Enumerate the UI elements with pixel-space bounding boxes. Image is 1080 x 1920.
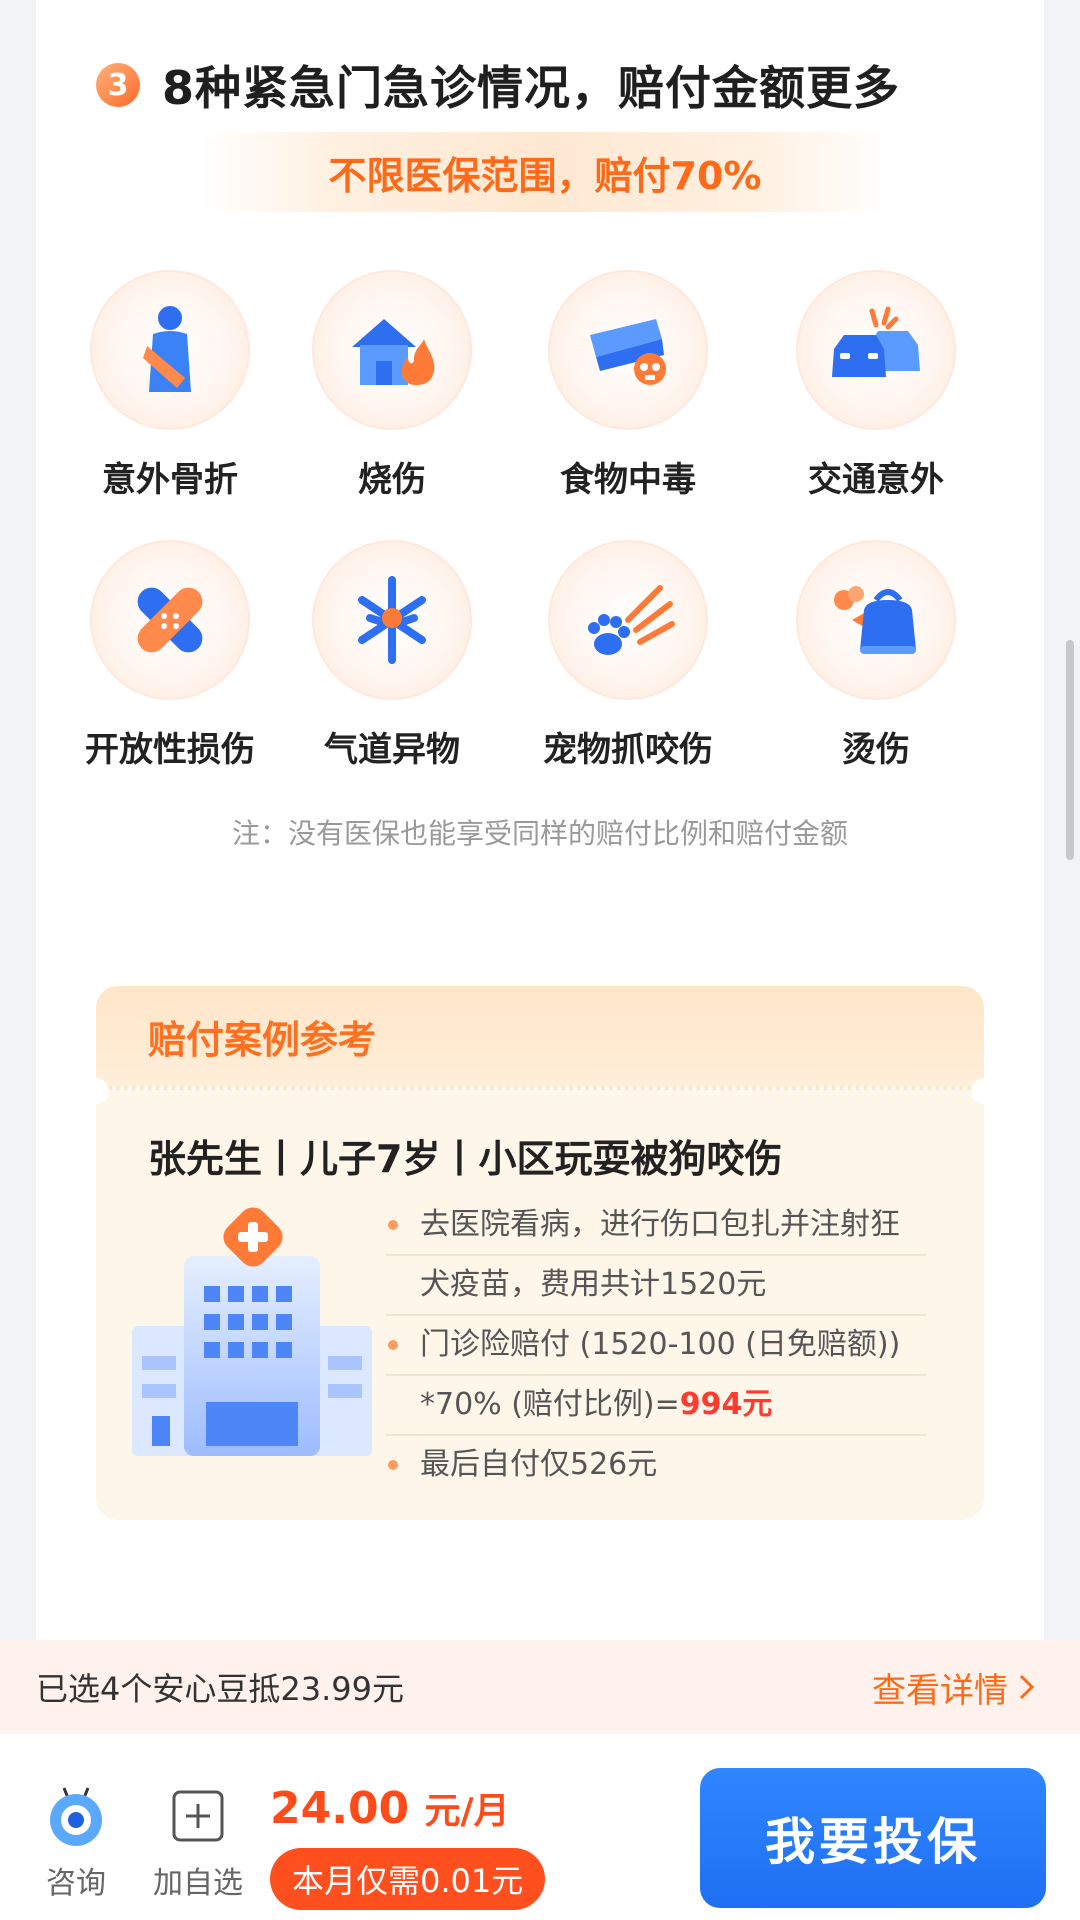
condition-label: 烫伤 [842, 730, 910, 770]
add-favorite-button[interactable]: 加自选 [146, 1784, 250, 1902]
condition-item: 宠物抓咬伤 [518, 540, 738, 771]
condition-item: 意外骨折 [60, 270, 280, 501]
car-crash-icon [796, 270, 956, 430]
robot-assistant-icon [50, 1787, 102, 1846]
view-details-link[interactable]: 查看详情 [872, 1663, 1038, 1712]
discount-strip: 已选4个安心豆抵23.99元 查看详情 [0, 1640, 1080, 1734]
section-title-text: 8种紧急门急诊情况，赔付金额更多 [162, 61, 901, 115]
case-detail-line: 最后自付仅526元 [386, 1436, 926, 1494]
condition-item: 气道异物 [282, 540, 502, 771]
condition-label: 烧伤 [358, 460, 426, 500]
hospital-illustration [132, 1206, 372, 1476]
price-value: 24.00 [270, 1783, 410, 1834]
condition-item: 交通意外 [766, 270, 986, 501]
case-detail-text: *70% (赔付比例)= [420, 1387, 680, 1422]
chevron-right-icon [1019, 1674, 1035, 1700]
price-unit: 元/月 [424, 1791, 510, 1832]
condition-item: 烫伤 [766, 540, 986, 771]
payout-amount: 994元 [679, 1387, 773, 1422]
add-favorite-label: 加自选 [153, 1866, 243, 1901]
view-details-label: 查看详情 [872, 1670, 1008, 1711]
case-detail-text: 犬疫苗，费用共计1520元 [420, 1267, 767, 1302]
coverage-banner: 不限医保范围，赔付70% [200, 132, 890, 212]
condition-item: 开放性损伤 [60, 540, 280, 771]
scrollbar[interactable] [1066, 640, 1074, 860]
bandage-icon [90, 540, 250, 700]
claim-case-card: 赔付案例参考 张先生丨儿子7岁丨小区玩耍被狗咬伤 去医院看病，进行伤口包扎并注射… [96, 986, 984, 1520]
section-number-badge: 3 [96, 63, 140, 107]
case-detail-line: *70% (赔付比例)=994元 [386, 1376, 926, 1436]
case-detail-line: 门诊险赔付 (1520-100 (日免赔额)) [386, 1316, 926, 1376]
condition-label: 气道异物 [324, 730, 460, 770]
condition-label: 宠物抓咬伤 [543, 730, 713, 770]
condition-item: 食物中毒 [518, 270, 738, 501]
bottom-action-bar: 咨询 加自选 24.00 元/月 本月仅需0.01元 我要投保 [0, 1734, 1080, 1920]
discount-text: 已选4个安心豆抵23.99元 [36, 1670, 404, 1708]
consult-label: 咨询 [46, 1866, 106, 1901]
case-detail-text: 最后自付仅526元 [420, 1447, 658, 1482]
buy-insurance-button[interactable]: 我要投保 [700, 1768, 1046, 1908]
kettle-icon [796, 540, 956, 700]
section-title: 3 8种紧急门急诊情况，赔付金额更多 [96, 52, 900, 118]
condition-label: 食物中毒 [560, 460, 696, 500]
condition-item: 烧伤 [282, 270, 502, 501]
claim-case-header: 赔付案例参考 [96, 986, 984, 1090]
house-fire-icon [312, 270, 472, 430]
paw-scratch-icon [548, 540, 708, 700]
case-detail-line: 犬疫苗，费用共计1520元 [386, 1256, 926, 1316]
claim-case-details: 去医院看病，进行伤口包扎并注射狂 犬疫苗，费用共计1520元 门诊险赔付 (15… [386, 1196, 926, 1494]
condition-label: 开放性损伤 [85, 730, 255, 770]
case-detail-text: 门诊险赔付 (1520-100 (日免赔额)) [420, 1327, 901, 1362]
condition-label: 交通意外 [808, 460, 944, 500]
condition-label: 意外骨折 [102, 460, 238, 500]
case-detail-text: 去医院看病，进行伤口包扎并注射狂 [420, 1207, 900, 1242]
coverage-note: 注：没有医保也能享受同样的赔付比例和赔付金额 [231, 817, 848, 850]
case-detail-line: 去医院看病，进行伤口包扎并注射狂 [386, 1196, 926, 1256]
consult-button[interactable]: 咨询 [36, 1784, 116, 1902]
promo-badge: 本月仅需0.01元 [270, 1848, 546, 1910]
poison-food-icon [548, 270, 708, 430]
claim-case-title: 张先生丨儿子7岁丨小区玩耍被狗咬伤 [148, 1137, 783, 1181]
add-square-icon [172, 1790, 224, 1842]
monthly-price: 24.00 元/月 [270, 1782, 510, 1834]
arm-sling-icon [90, 270, 250, 430]
ticket-notch-right [971, 1078, 984, 1104]
airway-icon [312, 540, 472, 700]
